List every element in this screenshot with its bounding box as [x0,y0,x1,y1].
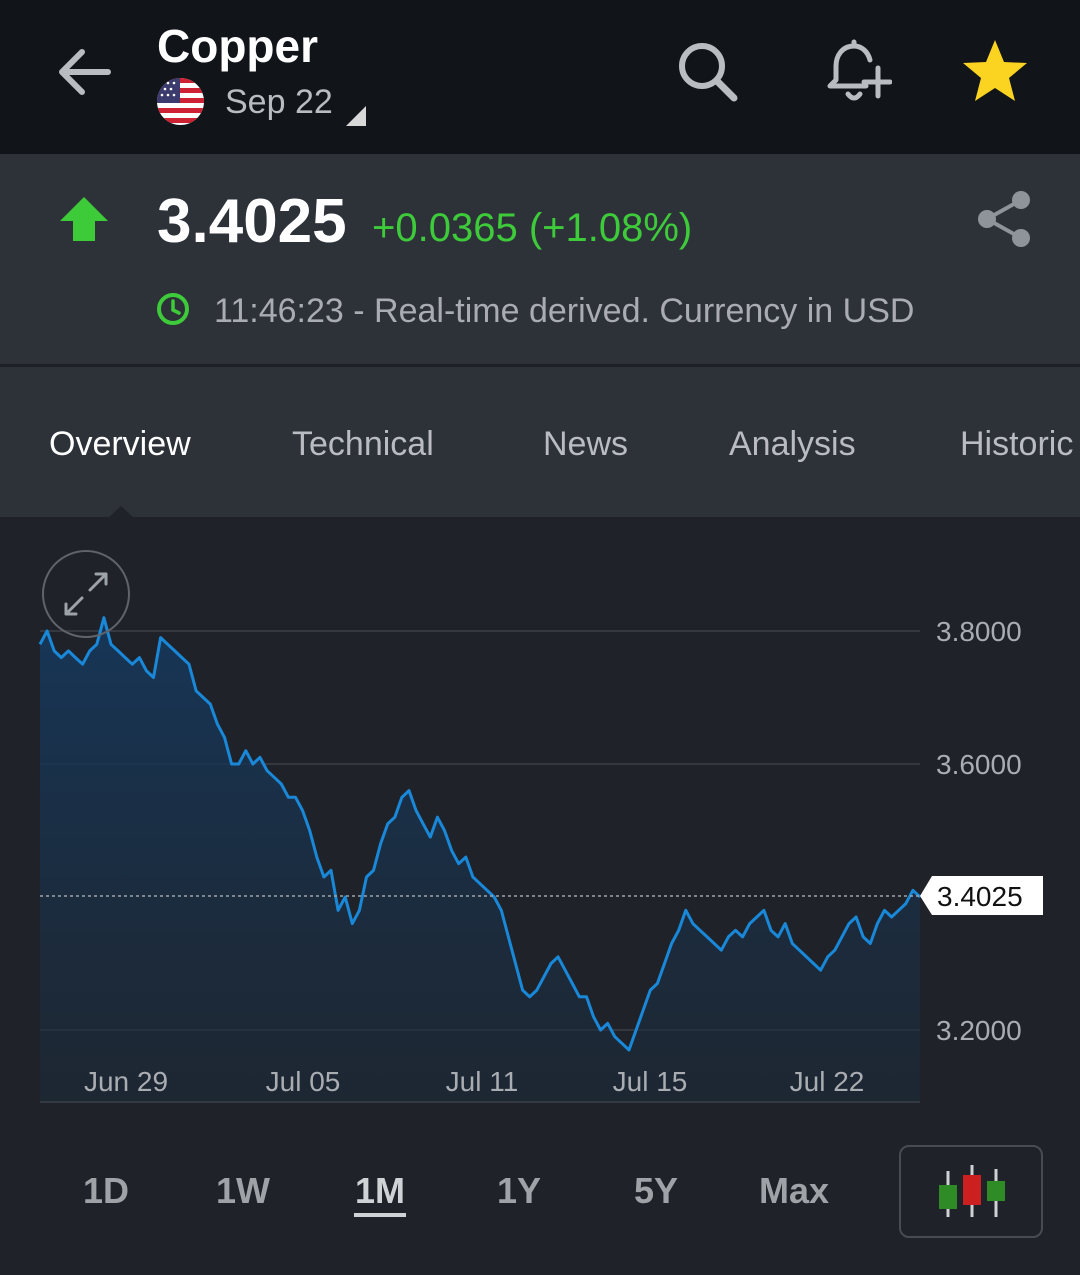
price-change: +0.0365 (+1.08%) [372,206,693,250]
tab-bar: Overview Technical News Analysis Histori… [0,367,1080,517]
tab-historic[interactable]: Historic [960,423,1073,465]
range-1d[interactable]: 1D [66,1170,146,1212]
x-tick-label: Jul 11 [446,1066,519,1097]
instrument-title: Copper [157,20,318,72]
range-1m[interactable]: 1M [340,1170,420,1212]
y-tick-label: 3.6000 [936,749,1022,780]
tab-news[interactable]: News [543,423,628,465]
price-chart[interactable]: 3.8000 3.6000 3.2000 3.4025 Jun 29 Jul 0… [0,517,1080,1117]
share-icon[interactable] [973,188,1035,250]
quote-time-info: 11:46:23 - Real-time derived. Currency i… [214,292,915,330]
clock-icon [156,292,190,326]
range-5y[interactable]: 5Y [616,1170,696,1212]
last-price: 3.4025 [157,187,347,256]
search-icon[interactable] [672,36,742,106]
active-range-underline [354,1213,406,1217]
x-tick-label: Jun 29 [84,1066,168,1097]
y-tick-label: 3.8000 [936,616,1022,647]
range-1y[interactable]: 1Y [479,1170,559,1212]
tab-overview[interactable]: Overview [49,423,191,465]
candlestick-icon [939,1165,1005,1217]
tab-technical[interactable]: Technical [292,423,434,465]
range-1w[interactable]: 1W [203,1170,283,1212]
add-alert-icon[interactable] [822,36,893,106]
active-tab-indicator [109,506,133,517]
expand-icon [64,572,108,616]
us-flag-icon [157,78,204,125]
current-price-label: 3.4025 [937,881,1023,912]
x-tick-label: Jul 22 [790,1066,865,1097]
candlestick-toggle-button[interactable] [899,1145,1043,1238]
x-tick-label: Jul 05 [266,1066,341,1097]
up-arrow-icon [58,195,110,243]
expand-chart-button[interactable] [42,550,130,638]
y-tick-label: 3.2000 [936,1015,1022,1046]
range-max[interactable]: Max [744,1170,844,1212]
star-icon[interactable] [960,36,1030,106]
tab-analysis[interactable]: Analysis [729,423,856,465]
back-arrow-icon[interactable] [50,38,118,106]
x-tick-label: Jul 15 [613,1066,688,1097]
contract-month[interactable]: Sep 22 [225,82,333,122]
dropdown-triangle-icon[interactable] [346,106,366,126]
price-area-fill [40,617,920,1102]
